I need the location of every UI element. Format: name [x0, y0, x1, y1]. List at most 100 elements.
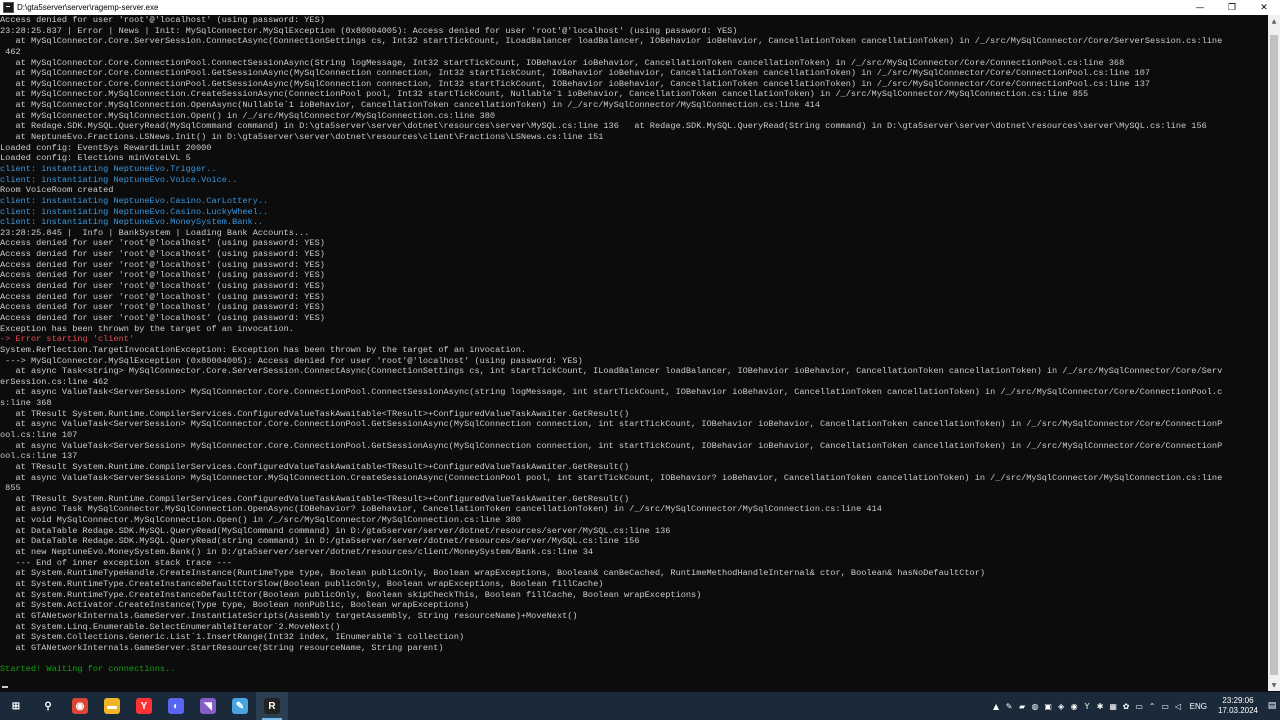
console-line: at System.Activator.CreateInstance(Type … [0, 600, 470, 611]
console-line: at System.RuntimeTypeHandle.CreateInstan… [0, 568, 986, 579]
console-line: Access denied for user 'root'@'localhost… [0, 259, 325, 270]
tray-app-1-icon[interactable]: ▲ [990, 692, 1003, 720]
clock[interactable]: 23:29:06 17.03.2024 [1212, 696, 1264, 716]
taskbar-glyph: ◉ [72, 698, 88, 714]
language-indicator[interactable]: ENG [1185, 702, 1212, 711]
close-button[interactable]: ✕ [1248, 0, 1280, 15]
console-line: at MySqlConnector.MySqlConnection.OpenAs… [0, 100, 820, 111]
console-line: at async ValueTask<ServerSession> MySqlC… [0, 440, 1223, 451]
maximize-button[interactable]: ❐ [1216, 0, 1248, 15]
console-line: client: instantiating NeptuneEvo.Casino.… [0, 206, 269, 217]
console-line: 462 [0, 46, 21, 57]
console-line: at MySqlConnector.Core.ServerSession.Con… [0, 36, 1223, 47]
console-line: 23:28:25.845 | Info | BankSystem | Loadi… [0, 227, 310, 238]
tray-app-8-icon[interactable]: Y [1081, 692, 1094, 720]
console-line: at System.Collections.Generic.List`1.Ins… [0, 632, 465, 643]
window-controls: — ❐ ✕ [1184, 0, 1280, 15]
console-line: at System.RuntimeType.CreateInstanceDefa… [0, 589, 702, 600]
yandex-browser-icon[interactable]: Y [128, 692, 160, 720]
console-line: at NeptuneEvo.Fractions.LSNews.Init() in… [0, 132, 604, 143]
console-line: at GTANetworkInternals.GameServer.StartR… [0, 642, 444, 653]
tray-app-3-icon[interactable]: ▰ [1016, 692, 1029, 720]
console-line: at MySqlConnector.MySqlConnection.Open()… [0, 110, 496, 121]
console-line: s:line 368 [0, 398, 52, 409]
taskbar-glyph: ◥ [200, 698, 216, 714]
vertical-scrollbar[interactable]: ▲ ▼ [1268, 15, 1280, 691]
console-line: at System.RuntimeType.CreateInstanceDefa… [0, 578, 604, 589]
volume-icon[interactable]: ◁ [1172, 692, 1185, 720]
tray-app-6-icon[interactable]: ◈ [1055, 692, 1068, 720]
console-line: Access denied for user 'root'@'localhost… [0, 270, 325, 281]
tray-app-12-icon[interactable]: ▭ [1133, 692, 1146, 720]
text-cursor [2, 686, 8, 688]
title-bar[interactable]: D:\gta5server\server\ragemp-server.exe —… [0, 0, 1280, 15]
console-line: at TResult System.Runtime.CompilerServic… [0, 493, 630, 504]
minimize-button[interactable]: — [1184, 0, 1216, 15]
console-output[interactable]: Access denied for user 'root'@'localhost… [0, 15, 1268, 691]
tray-app-4-icon[interactable]: ◍ [1029, 692, 1042, 720]
console-line: ---> MySqlConnector.MySqlException (0x80… [0, 355, 583, 366]
console-line: Access denied for user 'root'@'localhost… [0, 15, 325, 25]
console-line: client: instantiating NeptuneEvo.Trigger… [0, 163, 217, 174]
notepad-icon[interactable]: ✎ [224, 692, 256, 720]
console-line: at TResult System.Runtime.CompilerServic… [0, 408, 630, 419]
console-line: Loaded config: EventSys RewardLimit 2000… [0, 142, 212, 153]
console-line: Access denied for user 'root'@'localhost… [0, 249, 325, 260]
console-line: erSession.cs:line 462 [0, 376, 109, 387]
console-line: at void MySqlConnector.MySqlConnection.O… [0, 515, 521, 526]
visual-studio-icon[interactable]: ◥ [192, 692, 224, 720]
console-app-icon [3, 2, 14, 13]
taskbar-glyph: ✎ [232, 698, 248, 714]
tray-app-13-icon[interactable]: ⌃ [1146, 692, 1159, 720]
clock-time: 23:29:06 [1222, 696, 1254, 705]
console-line: client: instantiating NeptuneEvo.Casino.… [0, 195, 269, 206]
taskbar-glyph: ▬ [104, 698, 120, 714]
notification-center-icon[interactable]: ▤ [1264, 692, 1280, 720]
tray-app-5-icon[interactable]: ▣ [1042, 692, 1055, 720]
tray-app-9-icon[interactable]: ✱ [1094, 692, 1107, 720]
tray-app-10-icon[interactable]: ▦ [1107, 692, 1120, 720]
taskbar-pinned-apps: ⊞ ⚲ ◉ ▬ Y ◐ ◥ ✎ R [0, 692, 288, 720]
file-explorer-icon[interactable]: ▬ [96, 692, 128, 720]
console-line: Access denied for user 'root'@'localhost… [0, 238, 325, 249]
console-line: ool.cs:line 107 [0, 429, 78, 440]
scroll-up-icon[interactable]: ▲ [1268, 15, 1280, 27]
ragemp-server-icon[interactable]: R [256, 692, 288, 720]
scroll-down-icon[interactable]: ▼ [1268, 679, 1280, 691]
console-line: Exception has been thrown by the target … [0, 323, 294, 334]
console-line: client: instantiating NeptuneEvo.Voice.V… [0, 174, 238, 185]
console-line: Room VoiceRoom created [0, 185, 114, 196]
console-line: at MySqlConnector.Core.ConnectionPool.Co… [0, 57, 1125, 68]
console-line: at async Task MySqlConnector.MySqlConnec… [0, 504, 882, 515]
window-title: D:\gta5server\server\ragemp-server.exe [17, 3, 159, 12]
network-icon[interactable]: ▭ [1159, 692, 1172, 720]
console-line: at DataTable Redage.SDK.MySQL.QueryRead(… [0, 536, 640, 547]
console-line: at Redage.SDK.MySQL.QueryRead(MySqlComma… [0, 121, 1207, 132]
console-line: Started! Waiting for connections.. [0, 664, 176, 675]
console-line: at MySqlConnector.MySqlConnection.Create… [0, 89, 1089, 100]
taskbar-glyph: Y [136, 698, 152, 714]
console-line: at async Task<string> MySqlConnector.Cor… [0, 366, 1223, 377]
console-line: at MySqlConnector.Core.ConnectionPool.Ge… [0, 78, 1151, 89]
console-line: --- End of inner exception stack trace -… [0, 557, 233, 568]
start-icon[interactable]: ⊞ [0, 692, 32, 720]
console-line: Access denied for user 'root'@'localhost… [0, 302, 325, 313]
search-icon[interactable]: ⚲ [32, 692, 64, 720]
taskbar-glyph: R [264, 698, 280, 714]
console-line: at async ValueTask<ServerSession> MySqlC… [0, 472, 1223, 483]
console-line: at new NeptuneEvo.MoneySystem.Bank() in … [0, 547, 594, 558]
console-line: Access denied for user 'root'@'localhost… [0, 312, 325, 323]
taskbar: ⊞ ⚲ ◉ ▬ Y ◐ ◥ ✎ R ▲ ✎ ▰ ◍ ▣ ◈ ◉ Y ✱ ▦ ✿ ▭ ⌃ ▭ ◁ ENG 23:29:06 1… [0, 692, 1280, 720]
tray-app-2-icon[interactable]: ✎ [1003, 692, 1016, 720]
taskbar-glyph: ⚲ [44, 700, 52, 712]
clock-date: 17.03.2024 [1217, 706, 1258, 715]
scrollbar-thumb[interactable] [1270, 35, 1278, 675]
console-line: ool.cs:line 137 [0, 451, 78, 462]
chrome-icon[interactable]: ◉ [64, 692, 96, 720]
console-line: at async ValueTask<ServerSession> MySqlC… [0, 387, 1223, 398]
console-line: 23:28:25.837 | Error | News | Init: MySq… [0, 25, 738, 36]
discord-icon[interactable]: ◐ [160, 692, 192, 720]
tray-app-11-icon[interactable]: ✿ [1120, 692, 1133, 720]
tray-app-7-icon[interactable]: ◉ [1068, 692, 1081, 720]
